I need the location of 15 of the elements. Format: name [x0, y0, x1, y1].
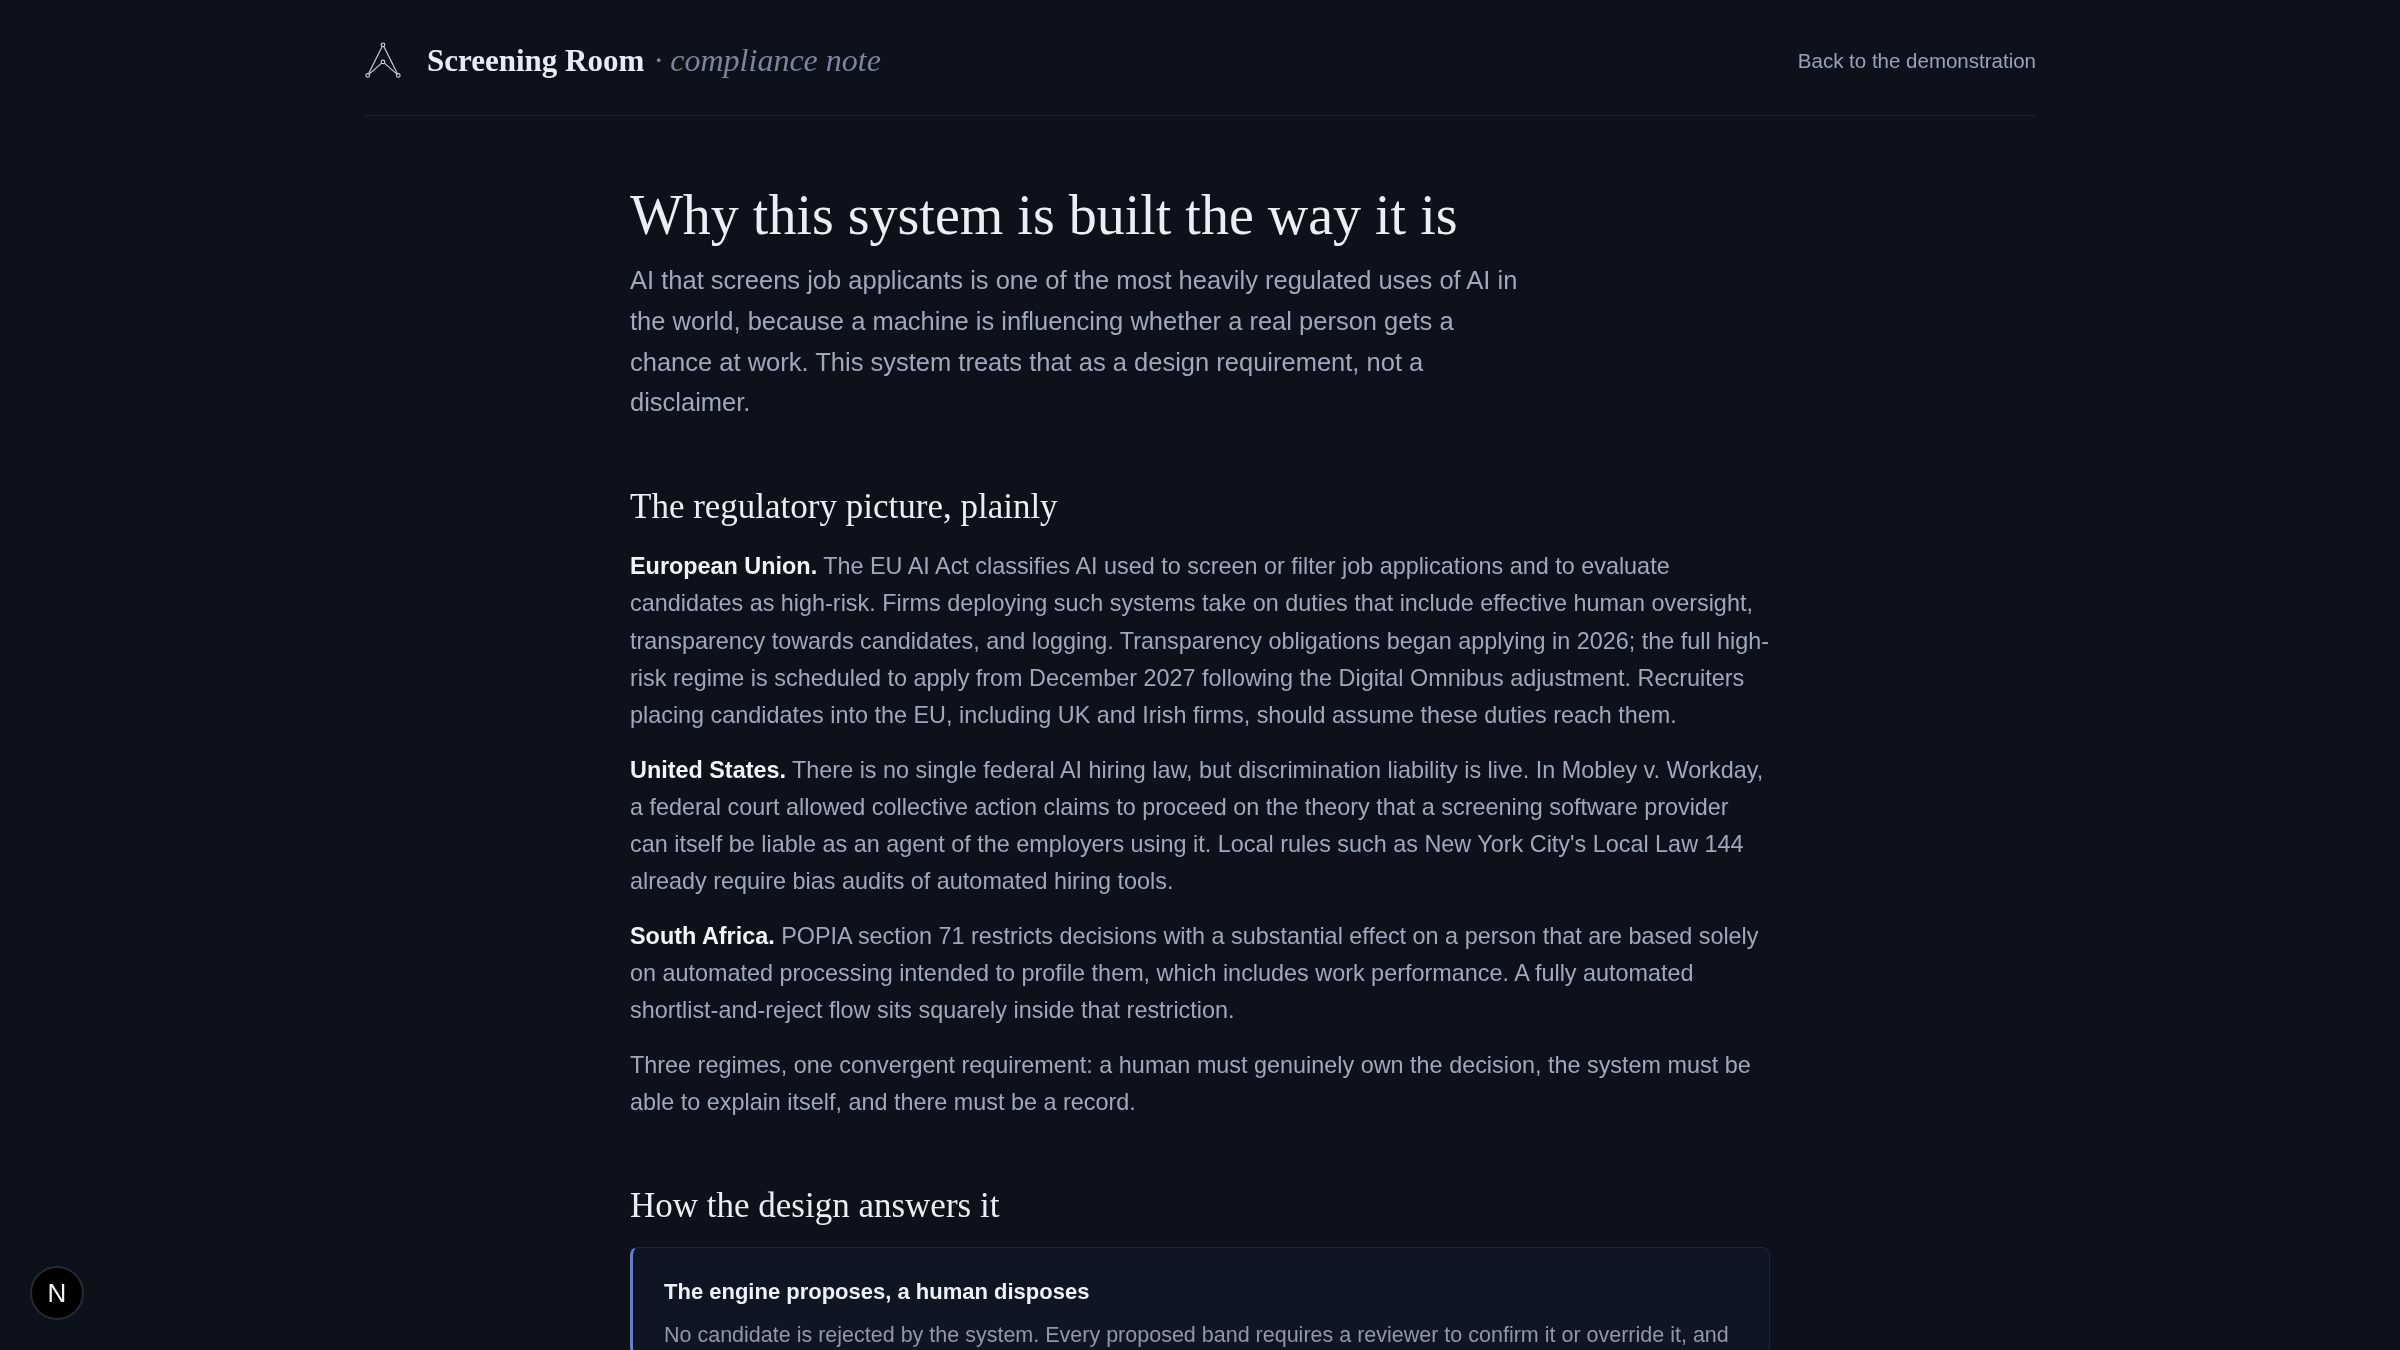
logo-icon	[365, 41, 401, 80]
intro-paragraph: AI that screens job applicants is one of the most heavily regulated uses of AI in the world, because a machine is influencing whether a real person gets a chance at work. This system treats that as a design requirement, not a disclaimer.	[630, 265, 1519, 419]
back-link[interactable]: Back to the demonstration	[1797, 48, 2036, 73]
brand-title: Screening Room	[427, 42, 645, 79]
brand-subtitle: · compliance note	[654, 42, 881, 79]
page-title: Why this system is built the way it is	[630, 183, 1459, 248]
card-text: No candidate is rejected by the system. Every proposed band requires a reviewer to confirm it or override it, and	[664, 1321, 1730, 1349]
body-paragraph: United States. There is no single federal AI hiring law, but discrimination liability is live. In Mobley v. Workday, a federal court allowed collective action claims to proceed on the theory that a screening software provider can itself be liable as an agent of the employers using it. Local rules such as New York City's Local Law 144 already require bias audits of automated hiring tools.	[630, 755, 1765, 897]
dev-tools-button[interactable]: N	[30, 1266, 84, 1320]
card-title: The engine proposes, a human disposes	[664, 1277, 1091, 1306]
body-paragraph: European Union. The EU AI Act classifies AI used to screen or filter job applications and to evaluate candidates as high-risk. Firms deploying such systems take on duties that include effective human oversight, transparency towards candidates, and logging. Transparency obligations began applying in 2026; the full high-risk regime is scheduled to apply from December 2027 following the Digital Omnibus adjustment. Recruiters placing candidates into the EU, including UK and Irish firms, should assume these duties reach them.	[630, 552, 1770, 730]
section-heading: How the design answers it	[630, 1184, 1001, 1227]
body-paragraph: South Africa. POPIA section 71 restricts decisions with a substantial effect on a person that are based solely on automated processing intended to profile them, which includes work performance. A fully automated shortlist-and-reject flow sits squarely inside that restriction.	[630, 922, 1760, 1026]
body-paragraph: Three regimes, one convergent requirement: a human must genuinely own the decision, the system must be able to explain itself, and there must be a record.	[630, 1051, 1752, 1118]
section-heading: The regulatory picture, plainly	[630, 486, 1059, 529]
